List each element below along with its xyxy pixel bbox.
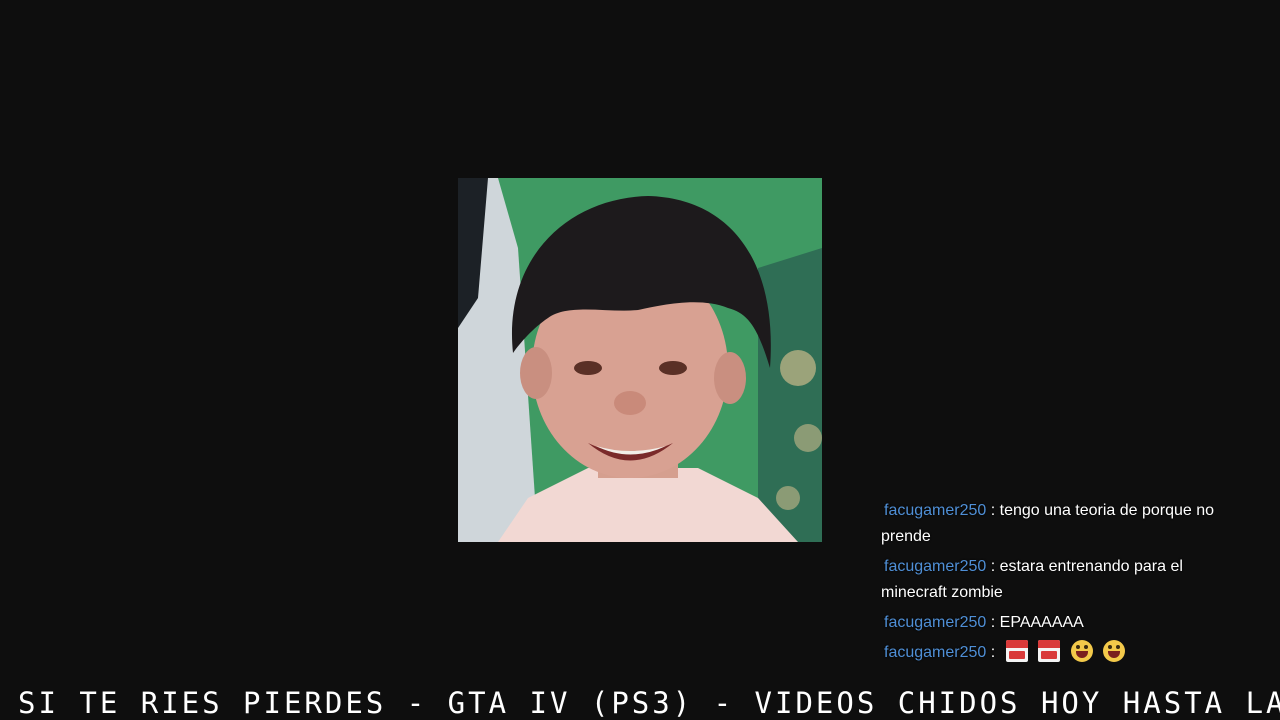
stream-overlay: facugamer250 : tengo una teoria de porqu… <box>0 0 1280 720</box>
chat-message-text: EPAAAAAA <box>999 614 1084 631</box>
chat-separator: : <box>990 614 996 631</box>
videos-chidos-emote <box>1038 640 1061 662</box>
scrolling-ticker: SI TE RIES PIERDES - GTA IV (PS3) - VIDE… <box>0 684 1280 720</box>
chat-separator: : <box>990 644 996 661</box>
chat-username: facugamer250 <box>884 614 987 631</box>
child-photo-illustration <box>458 178 822 542</box>
chat-username: facugamer250 <box>884 502 987 519</box>
chat-separator: : <box>990 502 996 519</box>
chat-message: facugamer250 : tengo una teoria de porqu… <box>881 498 1241 550</box>
chat-message: facugamer250 : <box>881 640 1241 666</box>
ticker-text: SI TE RIES PIERDES - GTA IV (PS3) - VIDE… <box>18 686 1280 720</box>
laughing-face-emote <box>1103 640 1126 662</box>
chat-overlay: facugamer250 : tengo una teoria de porqu… <box>881 498 1241 670</box>
laughing-face-emote <box>1070 640 1093 662</box>
chat-separator: : <box>990 558 996 575</box>
child-photo <box>458 178 822 542</box>
chat-message: facugamer250 : EPAAAAAA <box>881 610 1241 636</box>
videos-chidos-emote <box>1005 640 1028 662</box>
chat-message: facugamer250 : estara entrenando para el… <box>881 554 1241 606</box>
chat-username: facugamer250 <box>884 644 987 661</box>
chat-username: facugamer250 <box>884 558 987 575</box>
